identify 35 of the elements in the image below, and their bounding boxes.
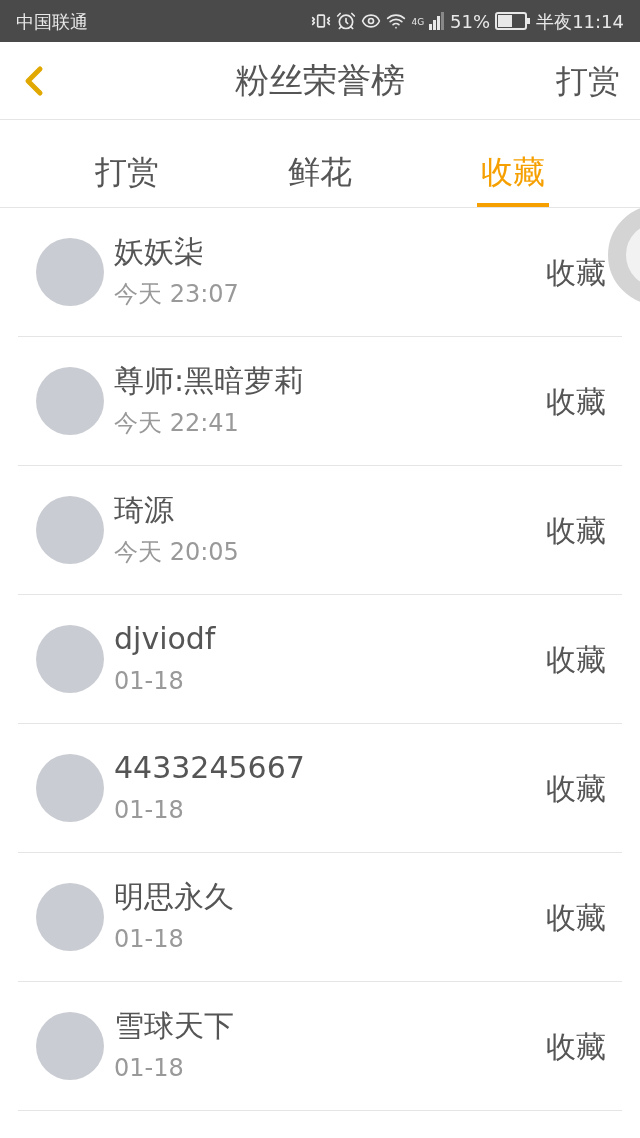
carrier-name: 中国联通 [16,9,88,34]
gift-type: 收藏 [546,640,606,679]
battery-percent: 51% [450,9,491,34]
battery-icon [495,12,532,30]
timestamp: 今天 22:41 [114,408,240,439]
gift-type: 收藏 [546,898,606,937]
clock-time: 半夜11:14 [536,9,624,34]
user-name: 4433245667 [114,749,305,787]
alarm-icon [336,11,357,31]
timestamp: 01-18 [114,1053,185,1084]
timestamp: 今天 20:05 [114,537,239,568]
user-name: 琦源 [114,491,175,529]
tab[interactable]: 打赏 [90,120,163,207]
user-name: 明思永久 [114,878,234,916]
tab[interactable]: 鲜花 [284,120,356,207]
timestamp: 今天 23:07 [114,279,239,310]
user-name: 雪球天下 [114,1007,234,1045]
user-name: 尊师:黑暗萝莉 [114,362,305,400]
user-name: 妖妖柒 [114,233,205,271]
gift-type: 收藏 [546,382,606,421]
user-name: djviodf [114,620,216,658]
eye-icon [361,11,382,31]
gift-type: 收藏 [546,1027,606,1066]
vibrate-icon [311,11,332,31]
timestamp: 01-18 [114,666,185,697]
signal-icon [429,12,446,30]
page-title: 粉丝荣誉榜 [235,59,405,102]
timestamp: 01-18 [114,795,185,826]
reward-link[interactable]: 打赏 [556,56,620,105]
timestamp: 01-18 [114,924,185,955]
wifi-icon [386,11,407,31]
gift-type: 收藏 [546,769,606,808]
gift-type: 收藏 [546,253,606,292]
network-type: 4G [411,15,425,29]
gift-type: 收藏 [546,511,606,550]
